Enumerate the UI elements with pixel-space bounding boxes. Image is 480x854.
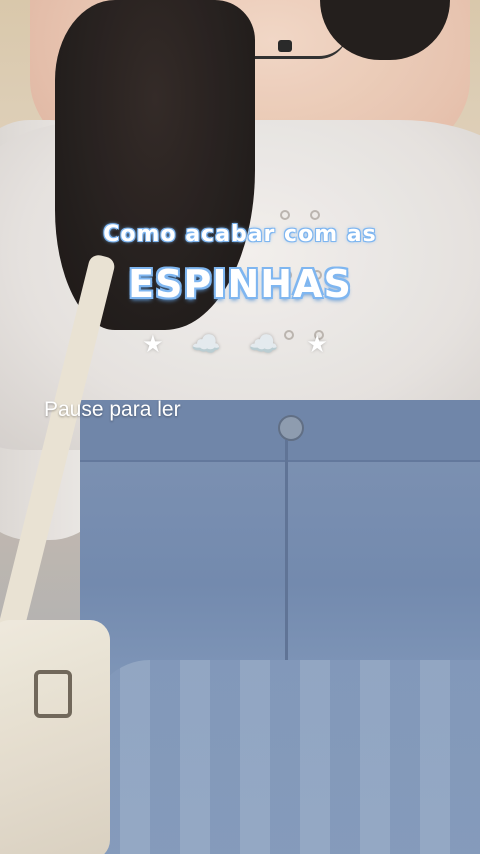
overlay-decoration: ★ ☁️ ☁️ ★ (0, 330, 480, 358)
background-photo (0, 0, 480, 854)
star-icon: ★ (306, 330, 338, 358)
overlay-title: ESPINHAS (128, 262, 352, 306)
cloud-icon: ☁️ (191, 330, 232, 358)
star-icon: ★ (142, 330, 174, 358)
pause-caption: Pause para ler (44, 398, 181, 421)
overlay-subtitle: Como acabar com as (103, 222, 377, 247)
cloud-icon: ☁️ (248, 330, 289, 358)
